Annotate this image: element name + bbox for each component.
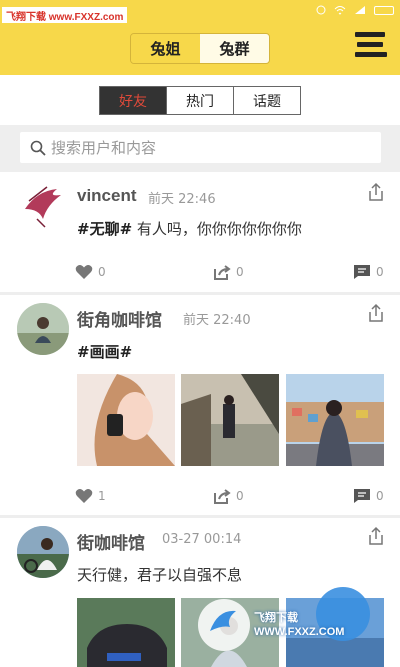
wifi-icon [334,6,346,15]
heart-icon [75,489,93,503]
signal-icon [355,6,365,14]
search-icon [30,140,46,156]
watermark-banner: 飞翔下载 www.FXXZ.com [2,7,128,23]
bottom-watermark-text: 飞翔下载 WWW.FXXZ.COM [254,612,345,638]
tab-topics[interactable]: 话题 [234,87,300,114]
post-author[interactable]: 街咖啡馆 [77,529,145,554]
search-placeholder: 搜索用户和内容 [51,139,157,157]
comment-icon [354,489,370,503]
header-segmented-control: 兔姐 兔群 [130,33,270,64]
avatar[interactable] [17,179,69,231]
post-time: 03-27 00:14 [162,532,242,547]
watermark-text: 飞翔下载 www.FXXZ.com [6,11,124,23]
like-count: 1 [98,489,106,503]
post-content: #无聊# 有人吗，你你你你你你你 [77,218,302,239]
post-item: 街角咖啡馆 前天 22:40 #画画# 1 0 0 [0,295,400,515]
alarm-icon [316,5,326,15]
share-icon[interactable] [367,526,385,546]
post-image-girl-with-phone[interactable] [77,374,175,466]
post-image-girl-overlooking-city[interactable] [286,374,384,466]
comment-action[interactable]: 0 [353,264,384,280]
like-action[interactable]: 0 [75,264,106,280]
post-author[interactable]: 街角咖啡馆 [77,306,162,331]
post-tag[interactable]: #无聊# [77,220,132,238]
search-bar-container: 搜索用户和内容 [0,125,400,172]
repost-count: 0 [236,489,244,503]
repost-icon [214,489,231,504]
avatar[interactable] [17,303,69,355]
heart-icon [75,265,93,279]
post-text: 天行健，君子以自强不息 [77,566,243,584]
like-action[interactable]: 1 [75,488,106,504]
watermark-logo-icon [198,599,250,651]
avatar[interactable] [17,526,69,578]
repost-action[interactable]: 0 [213,488,244,504]
post-item: vincent 前天 22:46 #无聊# 有人吗，你你你你你你你 0 0 0 [0,172,400,292]
repost-action[interactable]: 0 [213,264,244,280]
post-text: 有人吗，你你你你你你你 [132,220,302,238]
post-image-person-walking[interactable] [181,374,279,466]
comment-count: 0 [376,265,384,279]
sub-tabs: 好友 热门 话题 [99,86,301,115]
post-author[interactable]: vincent [77,186,137,206]
tab-friends[interactable]: 好友 [100,87,167,114]
post-image-car[interactable] [77,598,175,667]
comment-icon [354,265,370,279]
bottom-watermark: 飞翔下载 WWW.FXXZ.COM [196,594,386,656]
tab-tujie[interactable]: 兔姐 [131,34,200,63]
post-time: 前天 22:46 [148,192,216,207]
app-header: 飞翔下载 www.FXXZ.com 兔姐 兔群 [0,0,400,75]
tab-hot[interactable]: 热门 [167,87,234,114]
tab-tuqun[interactable]: 兔群 [200,34,269,63]
status-bar [316,5,394,15]
like-count: 0 [98,265,106,279]
menu-icon[interactable] [355,32,387,62]
post-content: 天行健，君子以自强不息 [77,564,242,585]
post-tag[interactable]: #画画# [77,343,132,361]
repost-count: 0 [236,265,244,279]
battery-icon [374,5,394,15]
post-content: #画画# [77,341,132,362]
search-input[interactable]: 搜索用户和内容 [20,132,381,163]
comment-count: 0 [376,489,384,503]
repost-icon [214,265,231,280]
comment-action[interactable]: 0 [353,488,384,504]
post-time: 前天 22:40 [183,313,251,328]
share-icon[interactable] [367,182,385,202]
share-icon[interactable] [367,303,385,323]
